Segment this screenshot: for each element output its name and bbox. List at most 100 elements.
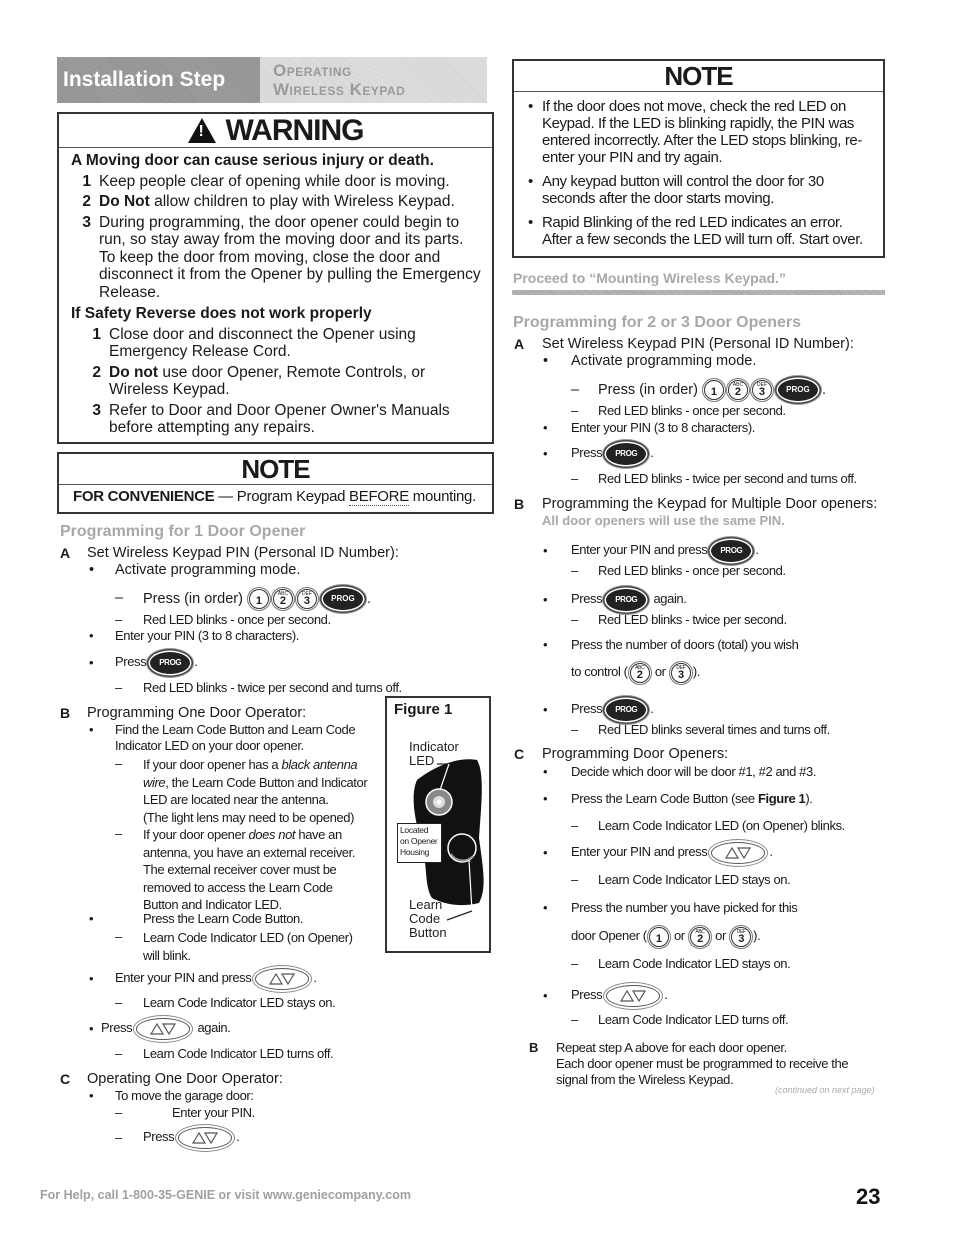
dash-text: Learn Code Indicator LED stays on. (143, 995, 336, 1010)
bullet-text: Press PROG. (571, 441, 654, 465)
italic-text: does not (248, 827, 296, 842)
text: , the Learn Code Button and Indicator (165, 774, 368, 790)
key-digit: 1 (255, 595, 263, 608)
item-bold: Do Not (99, 193, 150, 210)
note-item: • Rapid Blinking of the red LED indicates… (528, 214, 869, 248)
dash-icon: – (571, 818, 578, 833)
text: Press (101, 1020, 133, 1035)
text: Enter your PIN and press (571, 844, 708, 859)
item-bold: Do not (109, 363, 159, 381)
note-text-after: mounting. (408, 488, 476, 505)
bullet-icon: • (543, 764, 548, 779)
bullet-icon: • (543, 446, 548, 461)
prog-button-icon: PROG (606, 442, 647, 465)
bullet-icon: • (543, 845, 548, 860)
warning-item: 2 Do not use door Opener, Remote Controls… (71, 364, 482, 399)
step-title: Set Wireless Keypad PIN (Personal ID Num… (87, 545, 399, 561)
warning-item: 2 Do Not allow children to play with Wire… (71, 193, 482, 211)
note-underlined: BEFORE (349, 488, 409, 506)
key-3-def-icon: DEF 3 (296, 589, 317, 610)
text: again. (653, 591, 687, 606)
bullet-text: Activate programming mode. (115, 562, 301, 578)
line: If your door opener does not have an (143, 826, 355, 844)
bullet-text: Press the number you have picked for thi… (571, 900, 798, 915)
item-text: Do not use door Opener, Remote Controls,… (109, 364, 482, 399)
prog-button-icon: PROG (322, 588, 363, 611)
line: Each door opener must be programmed to r… (556, 1056, 849, 1071)
step-letter: B (514, 496, 525, 512)
note-text: FOR CONVENIENCE — Program Keypad BEFORE … (59, 485, 492, 506)
warning-item: 1 Keep people clear of opening while door… (71, 173, 482, 191)
text: Enter your PIN and press (571, 542, 708, 557)
line: Learn Code Indicator LED (on Opener) (143, 930, 353, 945)
dash-text: Red LED blinks several times and turns o… (598, 722, 830, 737)
figure-1: Figure 1 Indicator LED Located on Opener… (385, 696, 491, 953)
italic-text: black antenna (281, 757, 358, 772)
bullet-text: Enter your PIN (3 to 8 characters). (115, 628, 299, 643)
line: Repeat step A above for each door opener… (556, 1040, 787, 1055)
dash-icon: – (571, 563, 578, 578)
text: Press (571, 445, 603, 460)
key-digit: 3 (758, 386, 766, 399)
dash-text: Learn Code Indicator LED stays on. (598, 956, 791, 971)
text: If your door opener has a (143, 757, 282, 772)
figure-reference: Figure 1 (757, 791, 806, 806)
warning-title-text: WARNING (225, 114, 365, 147)
bullet-text-cont: door Opener (1 or ABC 2 or DEF 3). (571, 924, 761, 948)
prog-button-icon: PROG (711, 539, 752, 562)
line: If your door opener has a black antenna (143, 756, 367, 774)
warning-headline: A Moving door can cause serious injury o… (71, 152, 434, 169)
item-rest: allow children to play with Wireless Key… (149, 193, 455, 210)
text: ). (692, 664, 701, 679)
bullet-text: Enter your PIN and press PROG. (571, 538, 759, 562)
warning-item: 1 Close door and disconnect the Opener us… (71, 326, 482, 361)
text: door Opener ( (571, 928, 647, 943)
step-letter: A (514, 336, 525, 352)
bullet-icon: • (89, 628, 94, 643)
dash-text: Press (in order) 1 ABC 2 DEF 3 PROG. (598, 378, 826, 402)
key-digit: 1 (655, 932, 662, 945)
bullet-icon: • (543, 900, 548, 915)
key-2-abc-icon: ABC 2 (727, 380, 748, 401)
line: antenna, you have an external receiver. (143, 844, 356, 860)
figure-label-located: Located on Opener Housing (397, 823, 442, 863)
text: or (654, 664, 666, 679)
bullet-icon: • (89, 722, 94, 737)
press-text: Press (115, 654, 147, 669)
proceed-link-text: Proceed to “Mounting Wireless Keypad.” (513, 270, 786, 286)
text: If your door opener (143, 827, 249, 842)
warning-body: A Moving door can cause serious injury o… (59, 148, 492, 437)
step-text: Repeat step A above for each door opener… (556, 1040, 849, 1088)
bullet-text: Decide which door will be door #1, #2 an… (571, 764, 817, 779)
up-down-button-icon (178, 1126, 233, 1149)
note-title: NOTE (59, 454, 492, 485)
bullet-text: Press PROG again. (571, 587, 687, 611)
key-2-abc-icon: ABC 2 (689, 926, 710, 947)
dash-icon: – (115, 590, 124, 606)
note-list: • If the door does not move, check the re… (514, 92, 883, 248)
dash-text: Learn Code Indicator LED stays on. (598, 872, 791, 887)
text: Enter your PIN and press (115, 970, 252, 985)
warning-title: WARNING (59, 114, 492, 148)
warning-item: 3 Refer to Door and Door Opener Owner's M… (71, 402, 482, 437)
dash-icon: – (115, 1105, 122, 1120)
prog-button-icon: PROG (606, 698, 647, 721)
section-divider (512, 290, 885, 295)
dash-icon: – (571, 1012, 578, 1027)
note-convenience-box: NOTE FOR CONVENIENCE — Program Keypad BE… (57, 452, 494, 514)
step-title: Programming the Keypad for Multiple Door… (542, 496, 878, 512)
dash-icon: – (115, 826, 122, 841)
text: ). (753, 928, 761, 943)
warning-item: 3 During programming, the door opener cou… (71, 214, 482, 302)
line: Indicator LED on your door opener. (115, 738, 304, 753)
continued-note: (continued on next page) (775, 1085, 875, 1095)
text: or (715, 928, 726, 943)
line: will blink. (143, 947, 191, 963)
bullet-icon: • (89, 911, 94, 926)
bullet-text: Enter your PIN and press. (115, 966, 317, 990)
dash-text: Red LED blinks - twice per second. (598, 612, 787, 627)
note-text-before: — Program Keypad (214, 488, 350, 505)
key-3-def-icon: DEF 3 (670, 662, 691, 683)
key-digit: 1 (710, 386, 718, 399)
bullet-text: Activate programming mode. (571, 353, 757, 369)
